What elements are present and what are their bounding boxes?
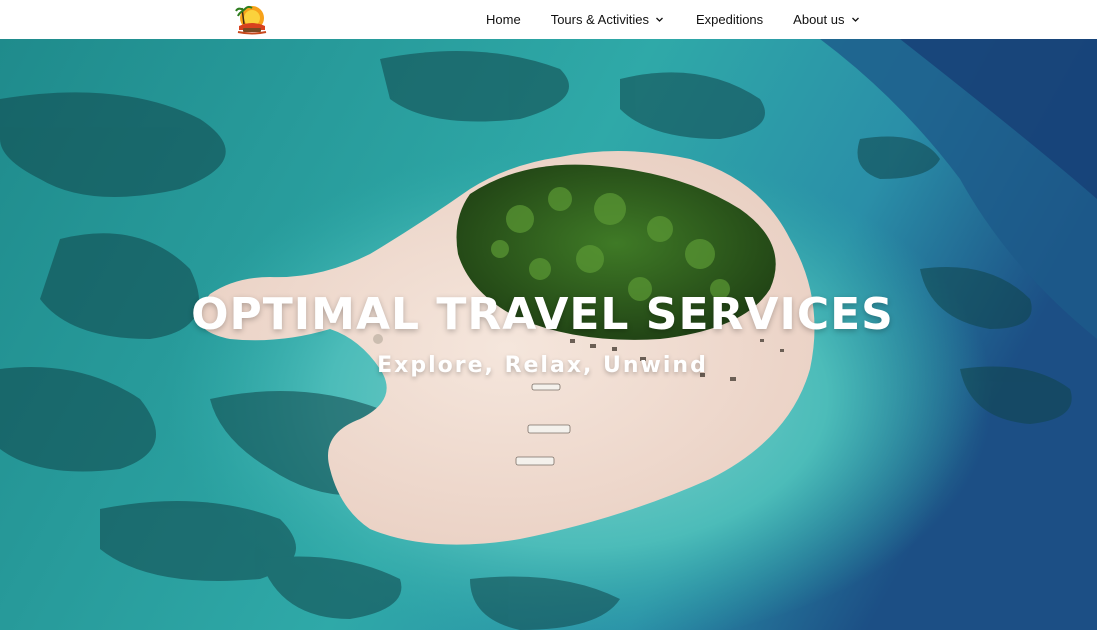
nav-tours-activities-label: Tours & Activities	[550, 12, 649, 27]
main-nav: Home Tours & Activities Expeditions Abou…	[486, 0, 860, 39]
nav-about-label: About us	[793, 12, 845, 27]
hero-subtitle: Explore, Relax, Unwind	[377, 353, 708, 378]
nav-about-link[interactable]: About us	[793, 12, 859, 27]
nav-home-label: Home	[486, 12, 521, 27]
chevron-down-icon	[851, 17, 859, 22]
nav-expeditions-label: Expeditions	[695, 12, 764, 27]
nav-home-link[interactable]: Home	[486, 12, 521, 27]
nav-expeditions-link[interactable]: Expeditions	[696, 12, 763, 27]
chevron-down-icon	[655, 17, 663, 22]
hero-section: OPTIMAL TRAVEL SERVICES Explore, Relax, …	[0, 39, 1097, 630]
logo-icon[interactable]	[233, 2, 271, 37]
top-navbar: Home Tours & Activities Expeditions Abou…	[0, 0, 1097, 39]
hero-title: OPTIMAL TRAVEL SERVICES	[191, 289, 894, 340]
nav-tours-activities-link[interactable]: Tours & Activities	[551, 12, 664, 27]
